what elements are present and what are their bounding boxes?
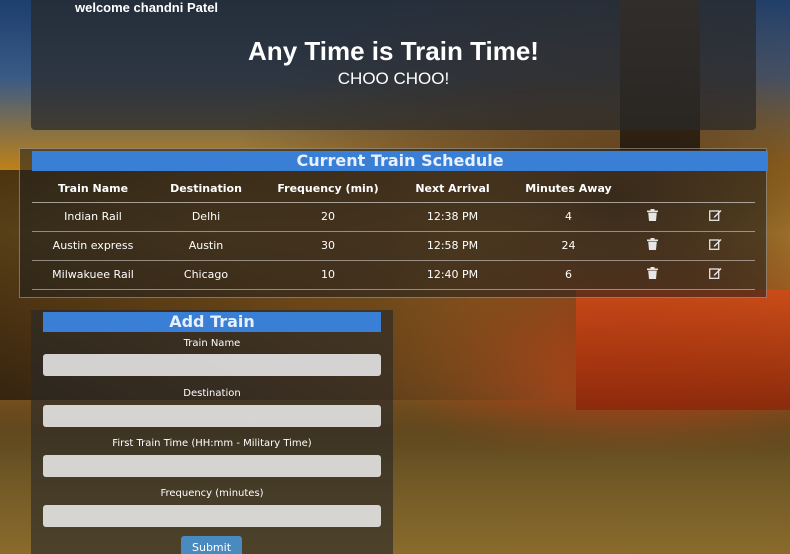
delete-cell bbox=[630, 231, 675, 261]
edit-icon[interactable] bbox=[708, 209, 722, 224]
column-header-next-arrival: Next Arrival bbox=[398, 175, 507, 203]
welcome-message: welcome chandni Patel bbox=[75, 0, 219, 15]
table-row: Austin express Austin 30 12:58 PM 24 bbox=[32, 231, 755, 261]
table-header-row: Train Name Destination Frequency (min) N… bbox=[32, 175, 755, 203]
cell-minutes-away: 4 bbox=[507, 202, 630, 232]
frequency-label: Frequency (minutes) bbox=[160, 488, 264, 499]
cell-frequency: 10 bbox=[258, 260, 398, 290]
train-name-input[interactable] bbox=[43, 354, 381, 376]
table-row: Milwakuee Rail Chicago 10 12:40 PM 6 bbox=[32, 260, 755, 290]
cell-destination: Austin bbox=[154, 231, 258, 261]
submit-button[interactable]: Submit bbox=[181, 536, 242, 554]
cell-frequency: 30 bbox=[258, 231, 398, 261]
train-schedule-panel: Current Train Schedule Train Name Destin… bbox=[19, 148, 768, 298]
cell-minutes-away: 6 bbox=[507, 260, 630, 290]
cell-next-arrival: 12:58 PM bbox=[398, 231, 507, 261]
destination-input[interactable] bbox=[43, 405, 381, 427]
cell-destination: Chicago bbox=[154, 260, 258, 290]
cell-frequency: 20 bbox=[258, 202, 398, 232]
cell-destination: Delhi bbox=[154, 202, 258, 232]
trash-icon[interactable] bbox=[647, 209, 658, 224]
cell-train-name: Indian Rail bbox=[32, 202, 154, 232]
edit-cell bbox=[675, 202, 755, 232]
delete-cell bbox=[630, 202, 675, 232]
train-name-label: Train Name bbox=[183, 338, 241, 349]
cell-minutes-away: 24 bbox=[507, 231, 630, 261]
cell-train-name: Milwakuee Rail bbox=[32, 260, 154, 290]
edit-cell bbox=[675, 260, 755, 290]
add-train-title: Add Train bbox=[43, 312, 381, 332]
column-header-train-name: Train Name bbox=[32, 175, 154, 203]
column-header-edit bbox=[675, 175, 755, 203]
cell-train-name: Austin express bbox=[32, 231, 154, 261]
delete-cell bbox=[630, 260, 675, 290]
page-subtitle: CHOO CHOO! bbox=[337, 69, 450, 88]
background-engine-front bbox=[576, 290, 790, 410]
destination-label: Destination bbox=[183, 388, 241, 399]
cell-next-arrival: 12:38 PM bbox=[398, 202, 507, 232]
column-header-minutes-away: Minutes Away bbox=[507, 175, 630, 203]
first-train-time-label: First Train Time (HH:mm - Military Time) bbox=[112, 438, 312, 449]
edit-icon[interactable] bbox=[708, 267, 722, 282]
frequency-input[interactable] bbox=[43, 505, 381, 527]
edit-icon[interactable] bbox=[708, 238, 722, 253]
add-train-form: Add Train Train Name Destination First T… bbox=[31, 310, 393, 554]
trash-icon[interactable] bbox=[647, 238, 658, 253]
trash-icon[interactable] bbox=[647, 267, 658, 282]
schedule-table: Train Name Destination Frequency (min) N… bbox=[32, 175, 755, 290]
table-row: Indian Rail Delhi 20 12:38 PM 4 bbox=[32, 202, 755, 232]
edit-cell bbox=[675, 231, 755, 261]
column-header-frequency: Frequency (min) bbox=[258, 175, 398, 203]
page-title: Any Time is Train Time! bbox=[248, 36, 539, 66]
column-header-delete bbox=[630, 175, 675, 203]
hero-banner: welcome chandni Patel Any Time is Train … bbox=[31, 0, 756, 130]
column-header-destination: Destination bbox=[154, 175, 258, 203]
schedule-title: Current Train Schedule bbox=[32, 151, 768, 171]
first-train-time-input[interactable] bbox=[43, 455, 381, 477]
cell-next-arrival: 12:40 PM bbox=[398, 260, 507, 290]
